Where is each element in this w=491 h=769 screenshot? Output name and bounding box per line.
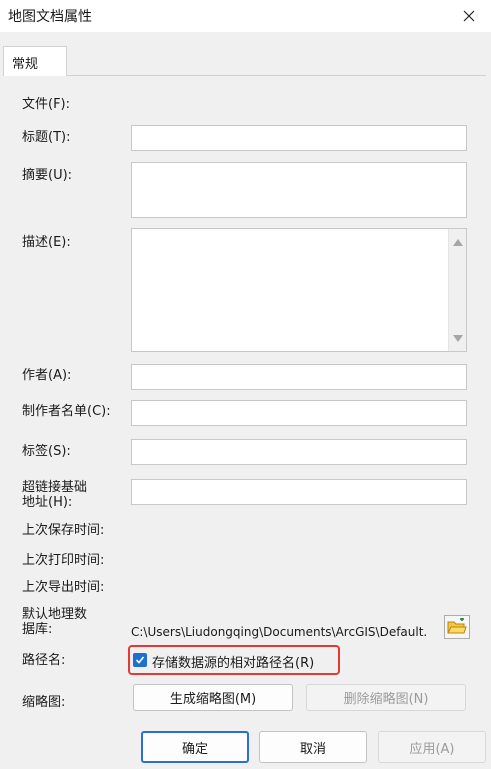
store-relative-paths-label[interactable]: 存储数据源的相对路径名(R) bbox=[152, 652, 314, 671]
label-last-saved: 上次保存时间: bbox=[22, 523, 105, 538]
checkmark-icon bbox=[135, 656, 145, 664]
label-last-printed: 上次打印时间: bbox=[22, 553, 105, 568]
tab-general[interactable]: 常规 bbox=[3, 46, 67, 76]
ok-button[interactable]: 确定 bbox=[141, 731, 249, 763]
triangle-up-icon bbox=[453, 238, 463, 246]
label-default-gdb-line1: 默认地理数 bbox=[22, 607, 88, 622]
default-gdb-path: C:\Users\Liudongqing\Documents\ArcGIS\De… bbox=[131, 625, 428, 639]
description-scrollbar[interactable] bbox=[448, 229, 466, 351]
title-bar: 地图文档属性 bbox=[0, 0, 491, 32]
close-icon bbox=[463, 10, 475, 22]
label-default-gdb-line2: 据库: bbox=[22, 622, 53, 637]
summary-textarea[interactable] bbox=[131, 162, 467, 218]
label-last-exported: 上次导出时间: bbox=[22, 580, 105, 595]
scroll-up-button[interactable] bbox=[449, 233, 467, 251]
label-tags: 标签(S): bbox=[22, 444, 71, 459]
make-thumbnail-button[interactable]: 生成缩略图(M) bbox=[133, 684, 293, 711]
label-file: 文件(F): bbox=[22, 97, 71, 112]
tags-input[interactable] bbox=[131, 439, 467, 465]
label-title: 标题(T): bbox=[22, 130, 71, 145]
window-title: 地图文档属性 bbox=[8, 9, 92, 25]
scroll-down-button[interactable] bbox=[449, 329, 467, 347]
label-author: 作者(A): bbox=[22, 368, 72, 383]
delete-thumbnail-button[interactable]: 删除缩略图(N) bbox=[306, 684, 466, 711]
label-pathnames: 路径名: bbox=[22, 653, 66, 668]
title-input[interactable] bbox=[131, 125, 467, 151]
hyperlink-base-input[interactable] bbox=[131, 479, 467, 505]
label-credits: 制作者名单(C): bbox=[22, 404, 111, 419]
author-input[interactable] bbox=[131, 364, 467, 390]
close-button[interactable] bbox=[453, 2, 485, 30]
label-summary: 摘要(U): bbox=[22, 168, 73, 183]
folder-icon bbox=[447, 618, 467, 634]
label-hyperlink-base-line1: 超链接基础 bbox=[22, 480, 88, 495]
cancel-button[interactable]: 取消 bbox=[259, 731, 367, 763]
label-thumbnail: 缩略图: bbox=[22, 695, 66, 710]
label-description: 描述(E): bbox=[22, 235, 71, 250]
browse-gdb-button[interactable] bbox=[444, 615, 470, 639]
description-textarea[interactable] bbox=[131, 228, 467, 352]
label-hyperlink-base-line2: 地址(H): bbox=[22, 495, 73, 510]
triangle-down-icon bbox=[453, 334, 463, 342]
store-relative-paths-checkbox[interactable] bbox=[133, 653, 147, 667]
credits-input[interactable] bbox=[131, 400, 467, 426]
apply-button[interactable]: 应用(A) bbox=[378, 731, 486, 763]
